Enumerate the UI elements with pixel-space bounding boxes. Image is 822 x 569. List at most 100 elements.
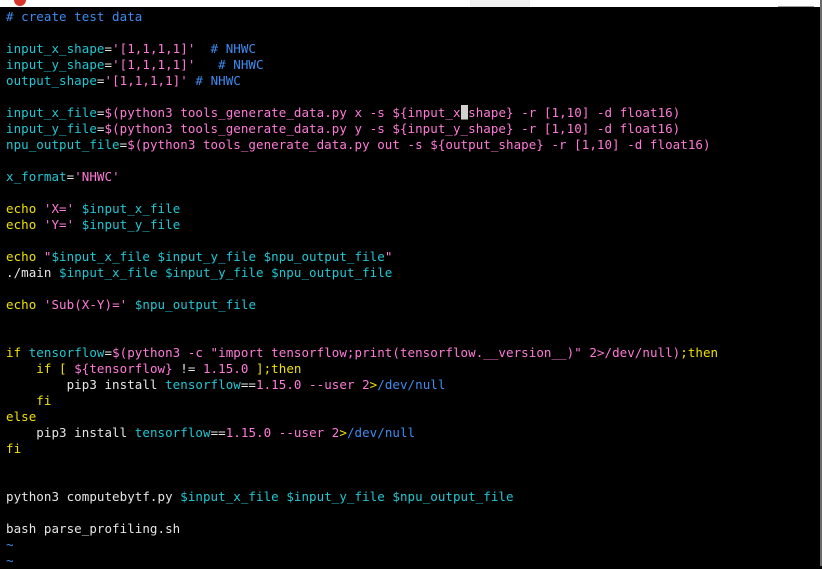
code-line[interactable]: ~	[6, 537, 818, 553]
code-line[interactable]	[6, 185, 818, 201]
code-line[interactable]	[6, 89, 818, 105]
code-token: x_format	[6, 169, 67, 184]
code-token: '[1,1,1,1]'	[112, 41, 196, 56]
window-close-dot-icon[interactable]	[14, 0, 26, 6]
code-token: input_y_file	[6, 121, 97, 136]
code-token: python3 tools_generate_data.py x -s	[119, 105, 393, 120]
code-token: tensorflow	[165, 377, 241, 392]
code-line[interactable]: python3 computebytf.py $input_x_file $in…	[6, 489, 818, 505]
code-token: 2	[362, 377, 370, 392]
code-line[interactable]: if tensorflow=$(python3 -c "import tenso…	[6, 345, 818, 361]
code-line[interactable]: ./main $input_x_file $input_y_file $npu_…	[6, 265, 818, 281]
window-top-strip	[0, 0, 822, 7]
code-token: --user	[271, 425, 332, 440]
code-line[interactable]: echo " $input_x_file $input_y_file $npu_o…	[6, 249, 818, 265]
code-line[interactable]	[6, 457, 818, 473]
code-token: [1,10]	[543, 105, 590, 120]
code-token: ==	[240, 377, 257, 392]
code-token: input_x_file	[6, 105, 97, 120]
code-token: $input_x_file	[81, 201, 181, 216]
code-token: npu_output_file	[6, 137, 120, 152]
code-token: $npu_output_file	[271, 265, 393, 280]
code-token: if	[6, 345, 29, 360]
code-line[interactable]: input_y_file=$(python3 tools_generate_da…	[6, 121, 818, 137]
code-line[interactable]: x_format='NHWC'	[6, 169, 818, 185]
code-line[interactable]	[6, 329, 818, 345]
code-token: $(	[104, 105, 120, 120]
code-line[interactable]: fi	[6, 393, 818, 409]
code-token: ./main	[6, 265, 60, 280]
code-token: ==	[210, 425, 226, 440]
code-token: $input_y_file	[165, 265, 264, 280]
code-line[interactable]	[6, 25, 818, 41]
code-line[interactable]: bash parse_profiling.sh	[6, 521, 818, 537]
code-line[interactable]: pip3 install tensorflow==1.15.0 --user 2…	[6, 425, 818, 441]
code-token: 'Y='	[43, 217, 75, 232]
code-token: 'Sub(X-Y)='	[43, 297, 128, 312]
code-token: ~	[6, 537, 14, 552]
code-token: $input_x_file	[59, 265, 158, 280]
code-token: input_x_shape	[6, 41, 105, 56]
code-editor[interactable]: # create test data input_x_shape='[1,1,1,…	[6, 9, 818, 569]
code-token: =	[104, 41, 113, 56]
code-line[interactable]: input_x_file=$(python3 tools_generate_da…	[6, 105, 818, 121]
code-token: 'X='	[43, 201, 75, 216]
code-token: $input_y_file	[286, 489, 385, 504]
code-token: output_shape	[6, 73, 97, 88]
code-line[interactable]: echo 'Sub(X-Y)=' $npu_output_file	[6, 297, 818, 313]
code-token: input_y_shape	[6, 57, 105, 72]
code-token: [	[59, 361, 75, 376]
code-token: shape}	[468, 105, 514, 120]
code-line[interactable]: if [ ${tensorflow} != 1.15.0 ];then	[6, 361, 818, 377]
code-token: tensorflow	[28, 345, 105, 360]
code-line[interactable]	[6, 153, 818, 169]
code-token: !=	[172, 361, 203, 376]
code-token: $npu_output_file	[134, 297, 257, 312]
code-token: else	[6, 409, 37, 424]
code-token: =	[96, 73, 105, 88]
code-line[interactable]	[6, 233, 818, 249]
code-token: fi	[6, 393, 52, 408]
code-token: $(python3 -c "import tensorflow;print(te…	[112, 345, 681, 360]
code-line[interactable]	[6, 281, 818, 297]
code-token: $npu_output_file	[392, 489, 514, 504]
code-token: # create test data	[6, 9, 143, 24]
code-line[interactable]: echo 'X=' $input_x_file	[6, 201, 818, 217]
code-token: 1.15.0	[256, 377, 302, 392]
code-line[interactable]: else	[6, 409, 818, 425]
code-line[interactable]	[6, 505, 818, 521]
code-token: pip3 install	[6, 425, 135, 440]
code-token: ;then	[680, 345, 719, 360]
code-token: echo	[6, 297, 44, 312]
code-token: $input_y_file	[157, 249, 257, 264]
code-line[interactable]: echo 'Y=' $input_y_file	[6, 217, 818, 233]
code-line[interactable]: pip3 install tensorflow==1.15.0 --user 2…	[6, 377, 818, 393]
code-line[interactable]: ~	[6, 553, 818, 569]
code-token: $(python3 tools_generate_data.py y -s ${…	[104, 121, 681, 136]
code-token: =	[104, 57, 113, 72]
code-token: ${input_x	[392, 105, 461, 120]
code-line[interactable]: input_x_shape='[1,1,1,1]' # NHWC	[6, 41, 818, 57]
code-line[interactable]	[6, 473, 818, 489]
code-token: pip3 install	[6, 377, 166, 392]
code-line[interactable]: output_shape='[1,1,1,1]' # NHWC	[6, 73, 818, 89]
code-line[interactable]: # create test data	[6, 9, 818, 25]
code-token: bash parse_profiling.sh	[6, 521, 181, 536]
code-line[interactable]: input_y_shape='[1,1,1,1]' # NHWC	[6, 57, 818, 73]
code-token: tensorflow	[134, 425, 211, 440]
code-token: echo	[6, 217, 44, 232]
tab-edge[interactable]	[470, 0, 530, 7]
code-line[interactable]: fi	[6, 441, 818, 457]
code-token: =	[96, 121, 105, 136]
code-line[interactable]: npu_output_file=$(python3 tools_generate…	[6, 137, 818, 153]
code-token: $npu_output_file	[263, 249, 385, 264]
window-control-button[interactable]	[778, 0, 814, 7]
code-token: echo	[6, 201, 44, 216]
code-token: -r	[513, 105, 544, 120]
code-line[interactable]	[6, 313, 818, 329]
